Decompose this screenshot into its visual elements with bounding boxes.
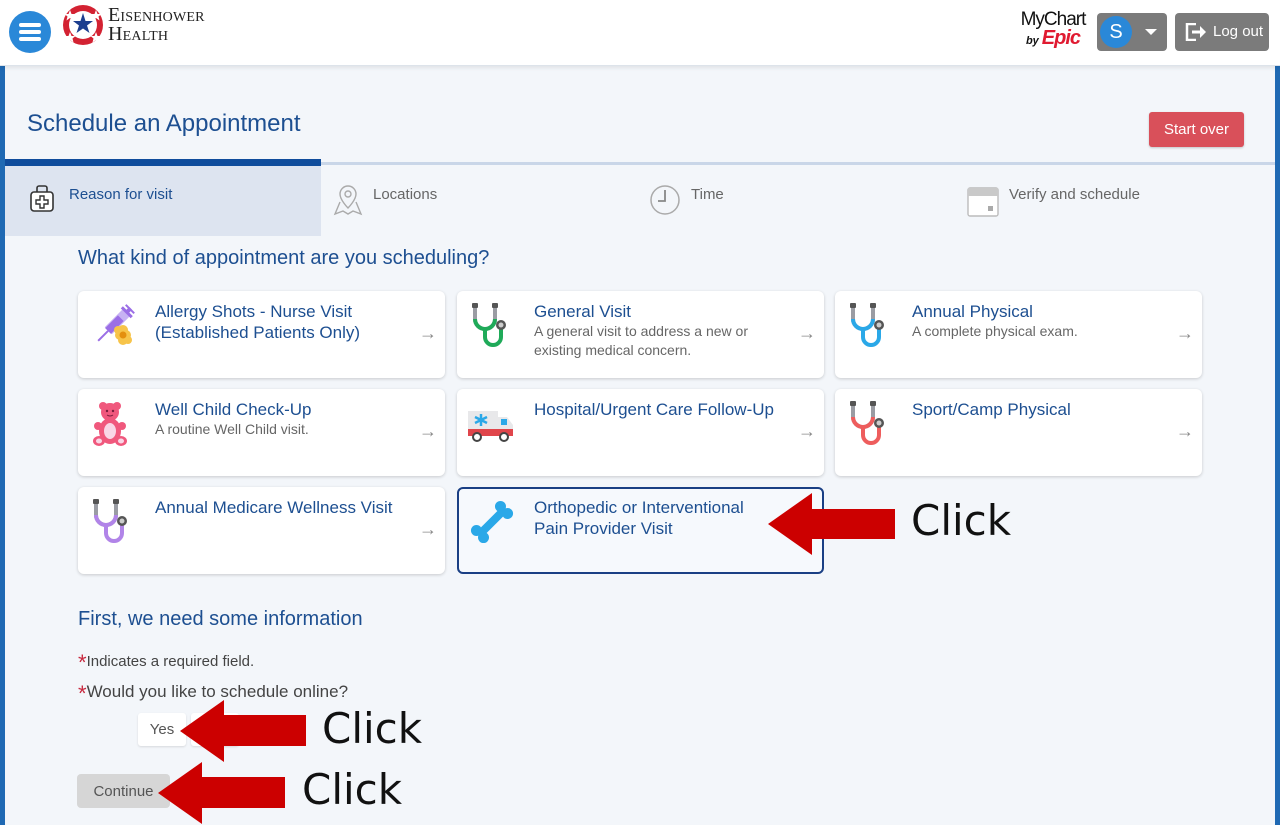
- menu-line: [19, 23, 41, 27]
- logout-label: Log out: [1213, 23, 1264, 40]
- arrow-right-icon: →: [1176, 421, 1194, 441]
- annotation-click-label: Click: [302, 765, 403, 814]
- visit-type-title: Allergy Shots - Nurse Visit (Established…: [155, 302, 361, 342]
- visit-type-card-hospital-follow-up[interactable]: Hospital/Urgent Care Follow-Up →: [457, 389, 824, 476]
- visit-type-content: Annual Physical A complete physical exam…: [912, 301, 1162, 341]
- caret-down-icon: [1145, 29, 1157, 35]
- visit-type-content: Well Child Check-Up A routine Well Child…: [155, 399, 405, 439]
- step-label: Time: [691, 186, 724, 203]
- clock-icon: [650, 185, 680, 215]
- continue-button[interactable]: Continue: [77, 774, 170, 808]
- required-field-note: *Indicates a required field.: [78, 650, 254, 676]
- medical-bag-icon: [30, 185, 54, 212]
- logo-wordmark: Eisenhower Health: [108, 5, 205, 45]
- annotation-click-label: Click: [911, 496, 1012, 545]
- logo-line-2: Health: [108, 23, 169, 45]
- annotation-arrow-icon: [768, 493, 895, 555]
- visit-type-title: Annual Medicare Wellness Visit: [155, 498, 393, 517]
- visit-type-title: Well Child Check-Up: [155, 400, 312, 419]
- visit-type-title: Hospital/Urgent Care Follow-Up: [534, 400, 774, 419]
- step-label: Reason for visit: [69, 186, 173, 203]
- annotation-arrow-icon: [158, 762, 285, 824]
- bone-icon: [470, 500, 514, 544]
- required-note-text: Indicates a required field.: [86, 653, 255, 670]
- frame-border-right: [1275, 66, 1280, 825]
- stethoscope-icon: [472, 303, 506, 347]
- info-section-title: First, we need some information: [78, 608, 363, 630]
- steps-progress-active: [5, 159, 321, 166]
- visit-type-description: A general visit to address a new or exis…: [534, 323, 749, 358]
- required-star: *: [78, 650, 87, 675]
- step-label: Locations: [373, 186, 438, 203]
- step-time[interactable]: Time: [637, 166, 953, 236]
- visit-type-title: Orthopedic or Interventional Pain Provid…: [534, 498, 744, 538]
- arrow-right-icon: →: [419, 519, 437, 539]
- visit-type-title: Sport/Camp Physical: [912, 400, 1071, 419]
- visit-type-card-annual-physical[interactable]: Annual Physical A complete physical exam…: [835, 291, 1202, 378]
- eisenhower-logo-icon: [63, 5, 103, 45]
- arrow-right-icon: →: [1176, 323, 1194, 343]
- stethoscope-icon: [850, 401, 884, 445]
- page-title: Schedule an Appointment: [27, 110, 301, 137]
- epic-label: Epic: [1041, 27, 1081, 49]
- annotation-arrow-icon: [180, 700, 306, 762]
- ambulance-icon: [468, 411, 513, 442]
- arrow-right-icon: →: [419, 421, 437, 441]
- by-label: by: [1025, 35, 1039, 47]
- map-pin-icon: [333, 185, 363, 216]
- visit-type-card-well-child[interactable]: Well Child Check-Up A routine Well Child…: [78, 389, 445, 476]
- stethoscope-icon: [93, 499, 127, 543]
- menu-line: [19, 37, 41, 41]
- arrow-right-icon: →: [798, 421, 816, 441]
- step-reason-for-visit[interactable]: Reason for visit: [5, 166, 321, 236]
- syringe-flower-icon: [97, 304, 135, 345]
- appointment-type-question: What kind of appointment are you schedul…: [78, 247, 490, 269]
- visit-type-content: General Visit A general visit to address…: [534, 301, 784, 360]
- avatar: S: [1100, 16, 1132, 48]
- visit-type-title: Annual Physical: [912, 302, 1033, 321]
- step-verify-and-schedule[interactable]: Verify and schedule: [953, 166, 1275, 236]
- required-star: *: [78, 681, 87, 706]
- logout-icon: [1185, 23, 1206, 41]
- menu-line: [19, 30, 41, 34]
- visit-type-card-allergy-shots[interactable]: Allergy Shots - Nurse Visit (Established…: [78, 291, 445, 378]
- stethoscope-icon: [850, 303, 884, 347]
- arrow-right-icon: →: [419, 323, 437, 343]
- yes-button[interactable]: Yes: [138, 713, 186, 746]
- top-bar: Eisenhower Health MyChart by Epic S Log o…: [0, 0, 1280, 66]
- teddy-bear-icon: [93, 402, 127, 446]
- visit-type-card-annual-medicare-wellness[interactable]: Annual Medicare Wellness Visit →: [78, 487, 445, 574]
- annotation-click-label: Click: [322, 704, 423, 753]
- logout-button[interactable]: Log out: [1175, 13, 1269, 51]
- visit-type-card-sport-camp-physical[interactable]: Sport/Camp Physical →: [835, 389, 1202, 476]
- start-over-button[interactable]: Start over: [1149, 112, 1244, 147]
- step-label: Verify and schedule: [1009, 186, 1140, 203]
- arrow-right-icon: →: [798, 323, 816, 343]
- mychart-logo: MyChart by Epic: [1014, 10, 1092, 51]
- step-locations[interactable]: Locations: [321, 166, 637, 236]
- menu-button[interactable]: [9, 11, 51, 53]
- visit-type-title: General Visit: [534, 302, 632, 321]
- visit-type-card-general-visit[interactable]: General Visit A general visit to address…: [457, 291, 824, 378]
- visit-type-description: A routine Well Child visit.: [155, 421, 309, 437]
- visit-type-description: A complete physical exam.: [912, 323, 1078, 339]
- calendar-icon: [967, 187, 999, 217]
- schedule-online-label: Would you like to schedule online?: [86, 682, 349, 701]
- user-menu-button[interactable]: S: [1097, 13, 1167, 51]
